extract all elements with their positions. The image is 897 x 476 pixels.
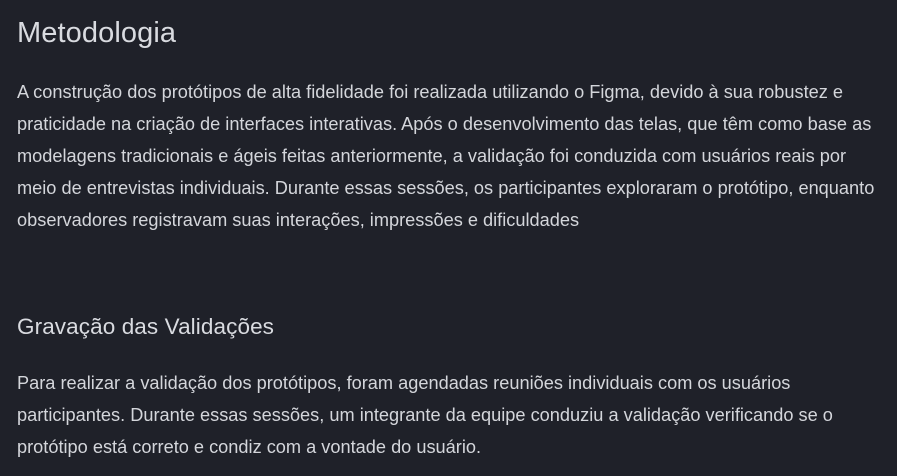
section-title-gravacao: Gravação das Validações (17, 314, 275, 339)
document-page: Metodologia A construção dos protótipos … (0, 0, 897, 476)
gravacao-paragraph: Para realizar a validação dos protótipos… (17, 373, 833, 457)
section-title-metodologia: Metodologia (17, 17, 177, 49)
metodologia-paragraph: A construção dos protótipos de alta fide… (17, 82, 875, 230)
